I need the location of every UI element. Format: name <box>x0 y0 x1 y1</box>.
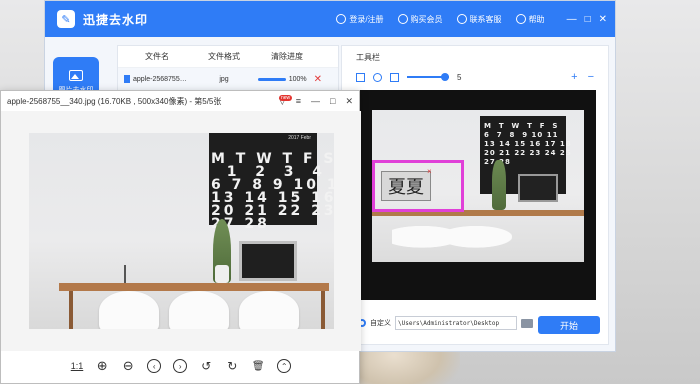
start-button[interactable]: 开始 <box>538 316 600 334</box>
tool-row: 5 + − <box>342 69 608 85</box>
viewer-title: apple-2568755__340.jpg (16.70KB , 500x34… <box>7 96 222 106</box>
viewer-maximize-button[interactable]: □ <box>330 96 335 107</box>
more-icon[interactable]: ⌃ <box>277 359 292 373</box>
viewer-toolbar: 1:1 ⊕ ⊖ ‹ › ↺ ↻ 🗑 ⌃ <box>1 349 361 383</box>
watermark-selection-box[interactable]: 夏夏 × <box>372 160 464 212</box>
app-titlebar: ✎ 迅捷去水印 登录/注册 购买会员 联系客服 帮助 — □ ✕ <box>45 1 615 37</box>
buy-vip-button[interactable]: 购买会员 <box>397 14 443 25</box>
help-label: 帮助 <box>528 14 545 24</box>
folder-icon[interactable] <box>521 318 533 328</box>
app-logo-icon: ✎ <box>57 10 75 28</box>
file-icon <box>124 75 130 83</box>
file-row[interactable]: apple-2568755… jpg 100% ✕ <box>118 68 338 90</box>
file-name: apple-2568755… <box>133 75 187 83</box>
rotate-right-icon[interactable]: ↻ <box>225 359 239 373</box>
service-icon <box>456 14 467 24</box>
image-viewer-window: apple-2568755__340.jpg (16.70KB , 500x34… <box>0 90 361 384</box>
desk-leg-left <box>69 291 73 329</box>
file-format: jpg <box>219 75 229 83</box>
login-button[interactable]: 登录/注册 <box>336 14 384 25</box>
zoom-out-icon[interactable]: ⊖ <box>121 358 135 373</box>
chair-middle <box>169 291 229 329</box>
contact-service-button[interactable]: 联系客服 <box>456 14 502 25</box>
image-icon <box>69 69 83 81</box>
remove-selection-icon[interactable]: × <box>427 167 432 176</box>
close-button[interactable]: ✕ <box>599 14 607 25</box>
calendar-year: 2017 Febr <box>288 135 311 141</box>
progress-bar <box>258 77 286 81</box>
output-path-row: 自定义 \Users\Administrator\Desktop <box>358 316 533 330</box>
col-header-format: 文件格式 <box>208 52 240 61</box>
delete-file-icon[interactable]: ✕ <box>314 74 322 85</box>
viewer-close-button[interactable]: ✕ <box>345 96 353 107</box>
help-icon <box>515 14 526 24</box>
preview-monitor <box>518 174 558 202</box>
toolbar-panel: 工具栏 5 + − M T W T F S 6 7 8 9 10 11 13 1… <box>341 45 609 345</box>
toolbar-title: 工具栏 <box>356 53 380 62</box>
progress-cell: 100% ✕ <box>252 74 322 85</box>
eraser-icon[interactable] <box>390 72 399 82</box>
col-header-filename: 文件名 <box>145 52 169 61</box>
prev-image-icon[interactable]: ‹ <box>147 359 162 373</box>
brush-icon[interactable] <box>373 72 382 82</box>
chair-right <box>239 291 299 329</box>
chair-left <box>99 291 159 329</box>
rect-select-icon[interactable] <box>356 72 365 82</box>
desk-leg-right <box>321 291 325 329</box>
vase <box>215 265 229 283</box>
zoom-out-button[interactable]: − <box>588 71 594 83</box>
image-preview[interactable]: M T W T F S 6 7 8 9 10 11 13 14 15 16 17… <box>358 90 596 300</box>
viewer-canvas: 2017 Febr M T W T F S 1 2 3 4 6 7 8 9 10… <box>1 111 361 351</box>
contact-service-label: 联系客服 <box>469 14 502 24</box>
watermark-text: 夏夏 <box>381 171 431 201</box>
vip-icon <box>397 14 408 24</box>
help-button[interactable]: 帮助 <box>515 14 545 25</box>
file-list-header: 文件名 文件格式 清除进度 <box>118 46 338 68</box>
slider-knob[interactable] <box>441 73 449 81</box>
desk <box>59 283 329 291</box>
actual-size-button[interactable]: 1:1 <box>71 361 84 371</box>
brush-size-value: 5 <box>457 72 462 82</box>
delete-icon[interactable]: 🗑 <box>251 359 265 373</box>
progress-text: 100% <box>288 75 307 83</box>
calendar-days: M T W T F S 1 2 3 4 6 7 8 9 10 11 13 14 … <box>211 151 334 232</box>
buy-vip-label: 购买会员 <box>410 14 443 24</box>
menu-icon[interactable]: ≡ <box>296 96 301 107</box>
viewer-minimize-button[interactable]: — <box>311 96 320 107</box>
brush-size-slider[interactable] <box>407 73 449 81</box>
rotate-left-icon[interactable]: ↺ <box>199 359 213 373</box>
next-image-icon[interactable]: › <box>173 359 188 373</box>
app-name: 迅捷去水印 <box>83 12 149 27</box>
output-path-input[interactable]: \Users\Administrator\Desktop <box>395 316 517 330</box>
title-actions: 登录/注册 购买会员 联系客服 帮助 — □ ✕ <box>336 14 607 25</box>
preview-plant <box>492 160 506 210</box>
zoom-controls: + − <box>571 71 594 83</box>
lamp <box>124 265 126 283</box>
new-badge: new <box>279 95 293 101</box>
viewer-photo: 2017 Febr M T W T F S 1 2 3 4 6 7 8 9 10… <box>29 133 334 329</box>
login-label: 登录/注册 <box>349 14 384 24</box>
app-window-controls: — □ ✕ <box>567 14 607 25</box>
minimize-button[interactable]: — <box>567 14 577 25</box>
file-name-cell: apple-2568755… <box>118 75 196 83</box>
wall-calendar: 2017 Febr M T W T F S 1 2 3 4 6 7 8 9 10… <box>209 133 334 231</box>
maximize-button[interactable]: □ <box>585 14 591 25</box>
custom-path-label: 自定义 <box>370 320 391 327</box>
monitor <box>239 241 297 281</box>
viewer-titlebar: apple-2568755__340.jpg (16.70KB , 500x34… <box>1 91 359 111</box>
zoom-in-icon[interactable]: ⊕ <box>95 358 109 373</box>
col-header-progress: 清除进度 <box>271 52 303 61</box>
preview-chairs <box>392 220 512 262</box>
user-icon <box>336 14 347 24</box>
zoom-in-button[interactable]: + <box>571 71 577 83</box>
